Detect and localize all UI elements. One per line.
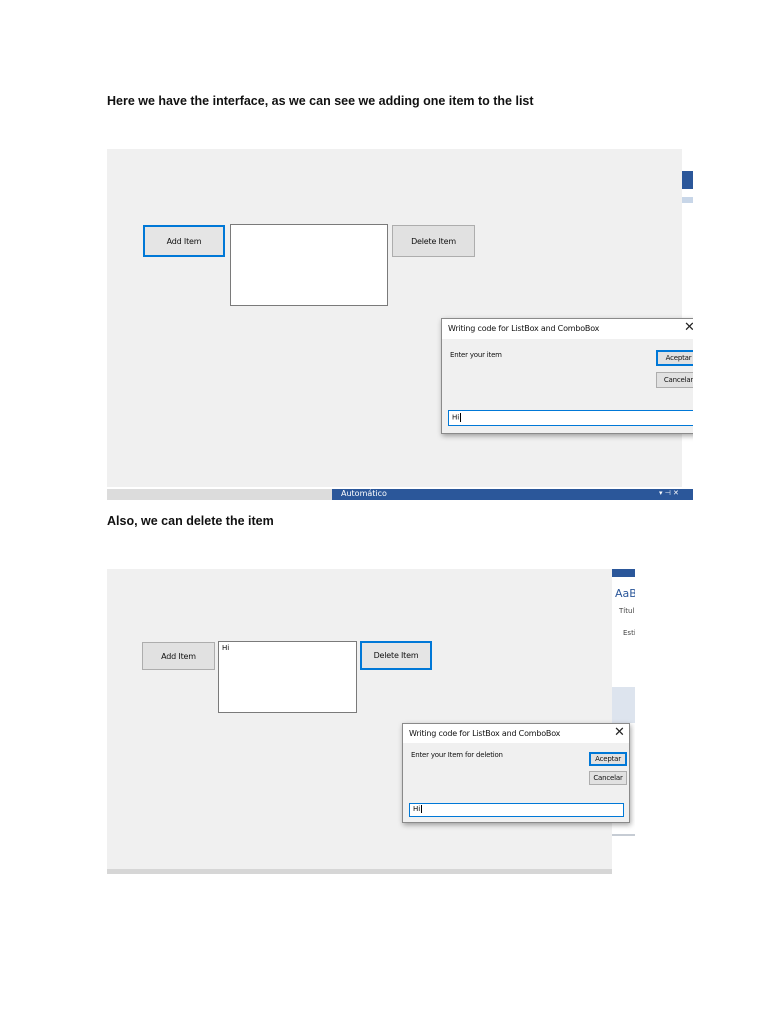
background-ribbon-bar (682, 171, 693, 189)
add-item-button[interactable]: Add Item (143, 225, 225, 257)
statusbar-window-controls: ▾ ⊣ ✕ (659, 489, 679, 497)
dialog-titlebar: Writing code for ListBox and ComboBox ✕ (403, 724, 629, 743)
item-input-value: Hi (452, 413, 460, 422)
statusbar-text: Automático (341, 489, 387, 498)
delete-item-button[interactable]: Delete Item (360, 641, 432, 670)
dialog-titlebar: Writing code for ListBox and ComboBox ✕ (442, 319, 693, 339)
style-name: Títul (619, 607, 635, 615)
add-item-button[interactable]: Add Item (142, 642, 215, 670)
dialog-prompt: Enter your Item for deletion (411, 751, 503, 759)
cancel-button[interactable]: Cancelar (589, 771, 627, 785)
items-listbox[interactable]: Hi (218, 641, 357, 713)
cancel-button[interactable]: Cancelar (656, 372, 693, 388)
dialog-title: Writing code for ListBox and ComboBox (448, 324, 600, 333)
inputbox-dialog: Writing code for ListBox and ComboBox ✕ … (402, 723, 630, 823)
screenshot-add-item: Automático ▾ ⊣ ✕ Add Item Delete Item Wr… (107, 149, 693, 500)
background-ribbon-detail (682, 197, 693, 203)
item-input-value: Hi (413, 805, 421, 813)
text-caret (460, 413, 462, 422)
background-divider (612, 834, 635, 836)
paragraph-2: Also, we can delete the item (107, 514, 274, 528)
dialog-title: Writing code for ListBox and ComboBox (409, 729, 561, 738)
background-panel (612, 687, 635, 723)
text-caret (421, 805, 423, 813)
delete-item-button[interactable]: Delete Item (392, 225, 475, 257)
close-icon[interactable]: ✕ (614, 725, 625, 740)
inputbox-dialog: Writing code for ListBox and ComboBox ✕ … (441, 318, 693, 434)
background-ribbon-bar (612, 569, 635, 577)
styles-group-label: Esti (623, 629, 635, 637)
item-input[interactable]: Hi (409, 803, 624, 817)
style-preview: AaB (615, 587, 635, 600)
screenshot-delete-item: AaB Títul Esti Add Item Hi Delete Item W… (107, 569, 635, 874)
ok-button[interactable]: Aceptar (589, 752, 627, 766)
item-input[interactable]: Hi (448, 410, 693, 426)
dialog-prompt: Enter your item (450, 351, 502, 359)
list-item[interactable]: Hi (222, 644, 353, 652)
main-form: Add Item Hi Delete Item (107, 569, 612, 869)
paragraph-1: Here we have the interface, as we can se… (107, 94, 534, 108)
close-icon[interactable]: ✕ (684, 320, 693, 335)
background-taskbar (107, 869, 612, 874)
items-listbox[interactable] (230, 224, 388, 306)
ok-button[interactable]: Aceptar (656, 350, 693, 366)
